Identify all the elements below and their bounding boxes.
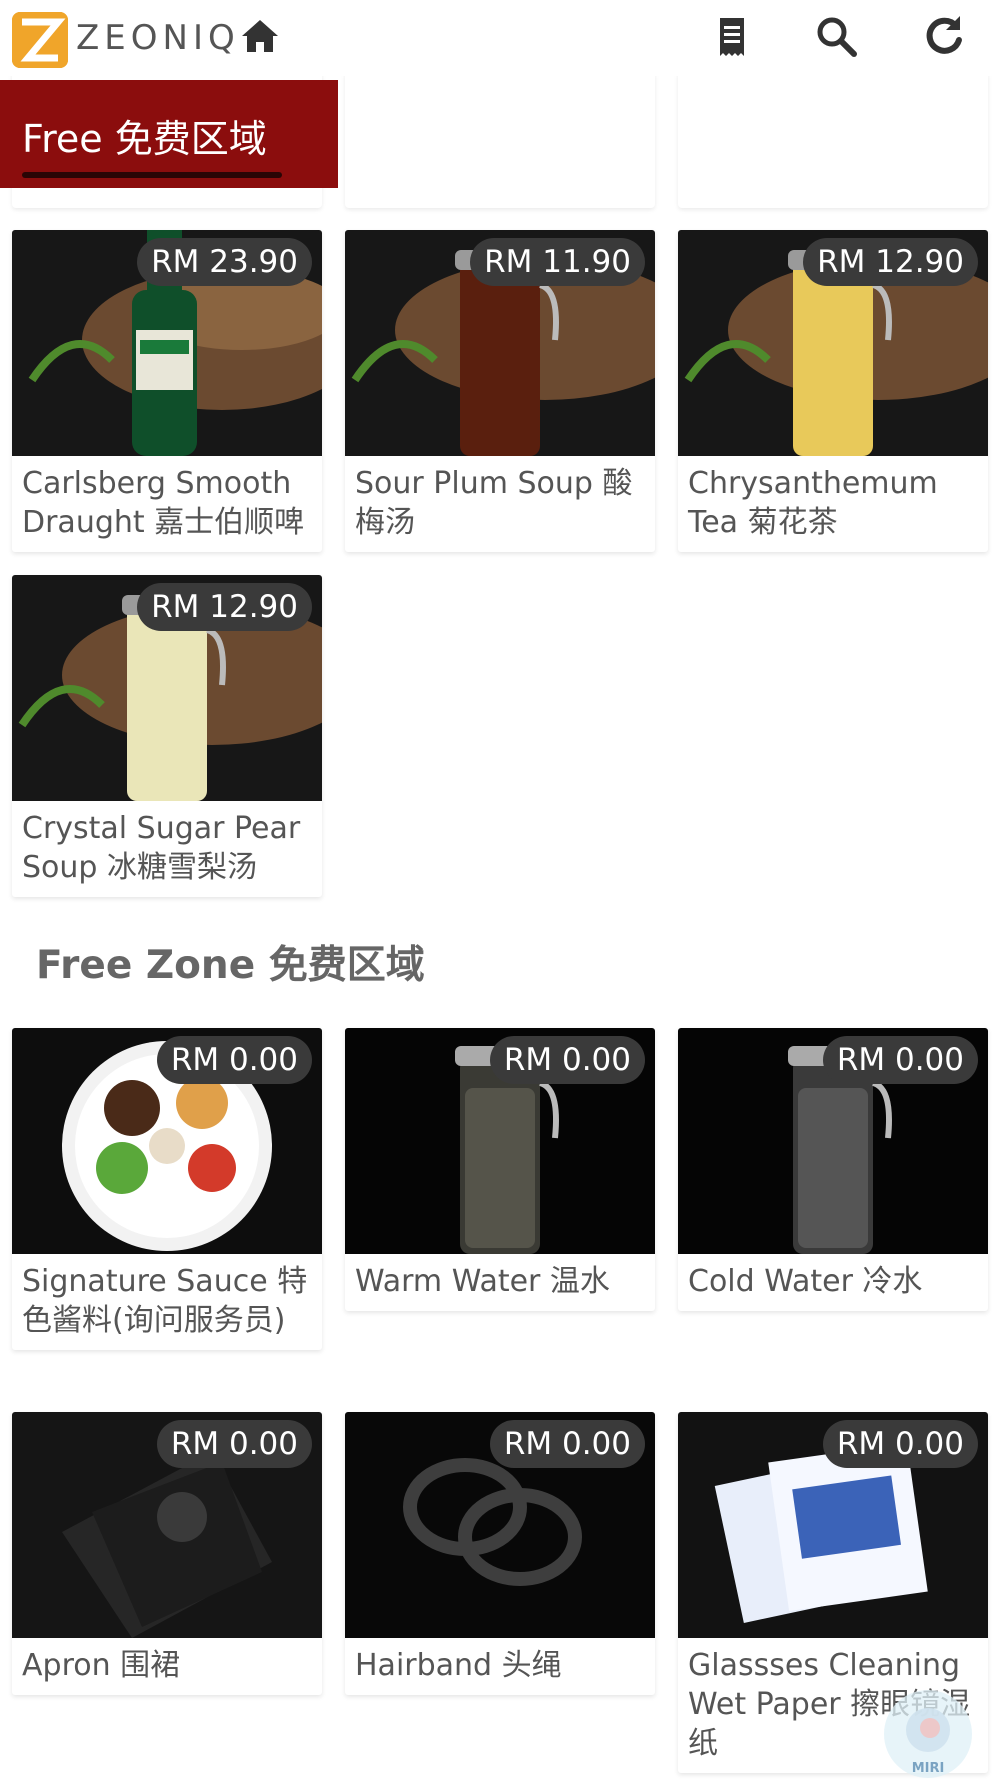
product-image: RM 11.90: [345, 230, 655, 456]
watermark-seal: MIRI: [878, 1686, 978, 1782]
product-name: Warm Water 温水: [355, 1264, 610, 1299]
product-name: Crystal Sugar Pear Soup 冰糖雪梨汤: [22, 811, 301, 885]
price-badge: RM 0.00: [489, 1420, 645, 1468]
product-image: RM 0.00: [678, 1028, 988, 1254]
price-badge: RM 0.00: [822, 1420, 978, 1468]
product-image: RM 0.00: [12, 1028, 322, 1254]
product-name: Hairband 头绳: [355, 1648, 562, 1683]
top-bar: ZEONIQ: [0, 0, 1000, 76]
category-tab-underline: [22, 172, 282, 178]
partial-card: [678, 70, 988, 208]
product-card[interactable]: RM 12.90 Chrysanthemum Tea 菊花茶: [678, 230, 988, 552]
product-card[interactable]: RM 0.00 Warm Water 温水: [345, 1028, 655, 1311]
price-badge: RM 12.90: [137, 583, 312, 631]
product-card[interactable]: RM 0.00 Signature Sauce 特色酱料(询问服务员): [12, 1028, 322, 1350]
product-name: Signature Sauce 特色酱料(询问服务员): [22, 1264, 308, 1338]
product-image: RM 0.00: [12, 1412, 322, 1638]
product-image: RM 0.00: [678, 1412, 988, 1638]
partial-card: [345, 70, 655, 208]
refresh-icon[interactable]: [920, 12, 968, 60]
product-image: RM 0.00: [345, 1412, 655, 1638]
product-image: RM 0.00: [345, 1028, 655, 1254]
brand-name[interactable]: ZEONIQ: [76, 18, 240, 58]
price-badge: RM 12.90: [803, 238, 978, 286]
product-card[interactable]: RM 11.90 Sour Plum Soup 酸梅汤: [345, 230, 655, 552]
price-badge: RM 0.00: [156, 1036, 312, 1084]
product-card[interactable]: RM 0.00 Hairband 头绳: [345, 1412, 655, 1695]
product-card[interactable]: RM 0.00 Cold Water 冷水: [678, 1028, 988, 1311]
product-name: Apron 围裙: [22, 1648, 181, 1683]
price-badge: RM 23.90: [137, 238, 312, 286]
product-card[interactable]: RM 0.00 Apron 围裙: [12, 1412, 322, 1695]
receipt-icon[interactable]: [708, 12, 756, 60]
price-badge: RM 0.00: [489, 1036, 645, 1084]
product-card[interactable]: RM 12.90 Crystal Sugar Pear Soup 冰糖雪梨汤: [12, 575, 322, 897]
brand-logo-icon[interactable]: [12, 12, 68, 68]
product-image: RM 12.90: [12, 575, 322, 801]
search-icon[interactable]: [812, 12, 860, 60]
product-image: RM 12.90: [678, 230, 988, 456]
product-card[interactable]: RM 23.90 Carlsberg Smooth Draught 嘉士伯顺啤: [12, 230, 322, 552]
category-tab-label: Free 免费区域: [22, 117, 267, 161]
home-icon[interactable]: [236, 12, 284, 60]
product-name: Sour Plum Soup 酸梅汤: [355, 466, 633, 540]
price-badge: RM 0.00: [822, 1036, 978, 1084]
product-name: Chrysanthemum Tea 菊花茶: [688, 466, 938, 540]
price-badge: RM 0.00: [156, 1420, 312, 1468]
section-title: Free Zone 免费区域: [36, 943, 425, 988]
product-image: RM 23.90: [12, 230, 322, 456]
product-name: Cold Water 冷水: [688, 1264, 923, 1299]
category-tab-active[interactable]: Free 免费区域: [0, 80, 338, 188]
product-name: Carlsberg Smooth Draught 嘉士伯顺啤: [22, 466, 305, 540]
price-badge: RM 11.90: [470, 238, 645, 286]
svg-text:MIRI: MIRI: [912, 1761, 945, 1776]
